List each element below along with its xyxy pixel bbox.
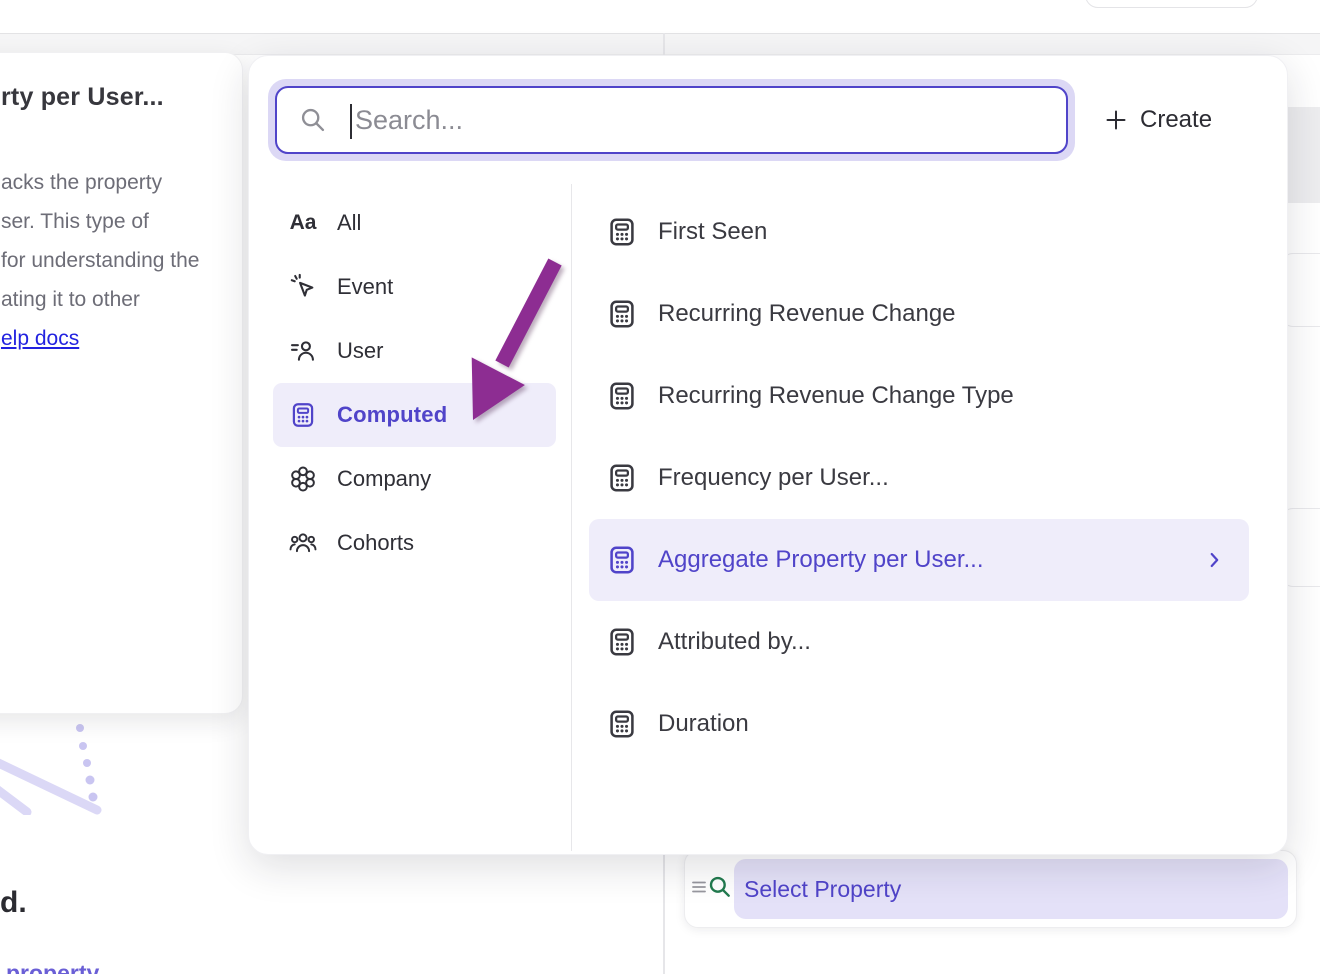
plus-icon <box>1105 109 1127 131</box>
property-item-label: Aggregate Property per User... <box>658 546 984 574</box>
sidebar-item-label: Event <box>337 274 393 300</box>
tooltip-body-line: acks the property <box>1 171 162 195</box>
sidebar-item-label: All <box>337 210 361 236</box>
sidebar-item-event[interactable]: Event <box>273 255 556 319</box>
help-docs-link[interactable]: elp docs <box>1 327 79 351</box>
property-item-label: Duration <box>658 710 749 738</box>
calculator-icon <box>289 401 317 429</box>
clipped-link-fragment[interactable]: property <box>6 960 99 974</box>
calculator-icon <box>606 298 638 330</box>
aa-icon: Aa <box>289 209 317 237</box>
create-label: Create <box>1140 106 1212 134</box>
calculator-icon <box>606 216 638 248</box>
property-item-label: Attributed by... <box>658 628 811 656</box>
event-icon <box>289 273 317 301</box>
clipped-heading-fragment: d. <box>0 886 27 920</box>
property-item-aggregate-property-per-user[interactable]: Aggregate Property per User... <box>589 519 1249 601</box>
sidebar-divider <box>571 184 572 851</box>
tooltip-body-line: for understanding the <box>1 249 199 273</box>
sidebar-item-label: Computed <box>337 402 447 428</box>
property-picker-modal: Create Aa All Event User Computed Company Coho… <box>248 55 1288 855</box>
drag-handle-icon[interactable] <box>690 878 708 896</box>
search-input[interactable] <box>277 88 1066 152</box>
background-panel-fragment <box>1288 107 1320 203</box>
property-item-label: Recurring Revenue Change Type <box>658 382 1014 410</box>
property-item-first-seen[interactable]: First Seen <box>589 191 1249 273</box>
tooltip-body-line: ser. This type of <box>1 210 149 234</box>
search-field <box>275 86 1068 154</box>
calculator-icon <box>606 380 638 412</box>
sidebar-item-company[interactable]: Company <box>273 447 556 511</box>
property-item-duration[interactable]: Duration <box>589 683 1249 765</box>
property-item-frequency-per-user[interactable]: Frequency per User... <box>589 437 1249 519</box>
property-search-icon <box>707 874 733 900</box>
property-item-label: Recurring Revenue Change <box>658 300 956 328</box>
create-button[interactable]: Create <box>1105 97 1212 143</box>
app-root: rty per User... acks the property ser. T… <box>0 0 1320 974</box>
category-sidebar: Aa All Event User Computed Company Cohorts <box>273 191 556 575</box>
select-property-button[interactable]: Select Property <box>734 859 1288 919</box>
property-item-label: Frequency per User... <box>658 464 889 492</box>
tooltip-body-line: ating it to other <box>1 288 140 312</box>
calculator-icon <box>606 544 638 576</box>
sidebar-item-user[interactable]: User <box>273 319 556 383</box>
property-item-recurring-revenue-change-type[interactable]: Recurring Revenue Change Type <box>589 355 1249 437</box>
decorative-illustration <box>0 715 110 815</box>
user-icon <box>289 337 317 365</box>
sidebar-item-cohorts[interactable]: Cohorts <box>273 511 556 575</box>
sidebar-item-label: Company <box>337 466 431 492</box>
property-item-recurring-revenue-change[interactable]: Recurring Revenue Change <box>589 273 1249 355</box>
cohorts-icon <box>289 529 317 557</box>
tooltip-title: rty per User... <box>1 83 164 112</box>
property-list: First Seen Recurring Revenue Change Recurr… <box>589 191 1249 765</box>
sidebar-item-label: Cohorts <box>337 530 414 556</box>
calculator-icon <box>606 708 638 740</box>
select-property-label: Select Property <box>744 876 901 903</box>
property-item-label: First Seen <box>658 218 767 246</box>
select-property-card: Select Property <box>684 850 1297 928</box>
sidebar-item-all[interactable]: Aa All <box>273 191 556 255</box>
sidebar-item-computed[interactable]: Computed <box>273 383 556 447</box>
partial-top-button[interactable] <box>1085 0 1258 8</box>
sidebar-item-label: User <box>337 338 383 364</box>
chevron-right-icon <box>1203 549 1225 571</box>
search-focus-ring <box>268 79 1075 161</box>
calculator-icon <box>606 626 638 658</box>
company-icon <box>289 465 317 493</box>
calculator-icon <box>606 462 638 494</box>
property-item-attributed-by[interactable]: Attributed by... <box>589 601 1249 683</box>
property-tooltip-card: rty per User... acks the property ser. T… <box>0 52 243 714</box>
